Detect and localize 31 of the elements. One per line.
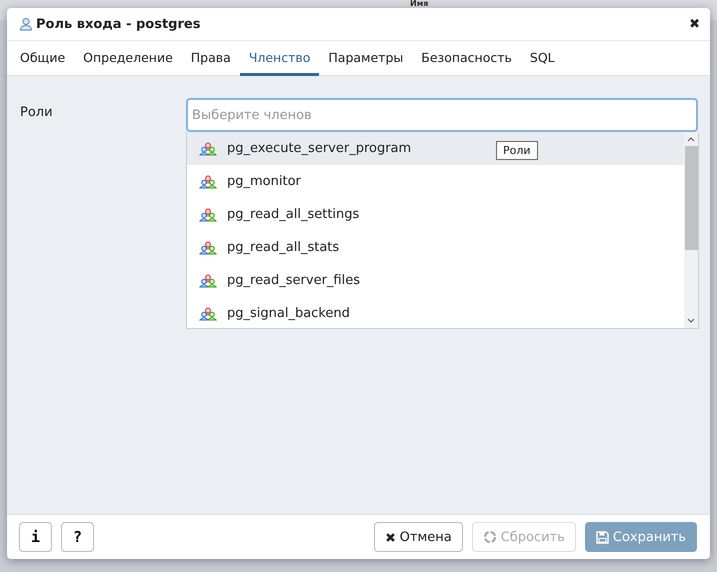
- role-option[interactable]: pg_signal_backend: [187, 297, 684, 330]
- tab[interactable]: Общие: [11, 41, 74, 76]
- tab[interactable]: Параметры: [319, 41, 412, 76]
- scroll-up-icon[interactable]: [687, 136, 695, 142]
- user-icon: [19, 17, 33, 31]
- group-icon: [199, 174, 217, 188]
- role-option[interactable]: pg_monitor: [187, 165, 684, 198]
- scrollbar[interactable]: [684, 132, 698, 328]
- scroll-down-icon[interactable]: [687, 318, 695, 324]
- tab[interactable]: Безопасность: [412, 41, 521, 76]
- tab[interactable]: Права: [182, 41, 240, 76]
- role-option[interactable]: pg_read_all_stats: [187, 231, 684, 264]
- tab[interactable]: SQL: [520, 41, 564, 76]
- field-label: Роли: [20, 104, 54, 122]
- close-button[interactable]: ✖: [689, 16, 700, 32]
- window-title: Роль входа - postgres: [36, 16, 202, 32]
- group-icon: [199, 240, 217, 254]
- tooltip: Роли: [496, 141, 538, 160]
- group-icon: [199, 274, 217, 288]
- cancel-button[interactable]: Отмена: [374, 522, 463, 552]
- group-icon: [199, 142, 217, 156]
- help-button[interactable]: ?: [61, 522, 94, 552]
- group-icon: [199, 208, 217, 222]
- group-icon: [199, 306, 217, 320]
- tab[interactable]: Определение: [74, 41, 182, 76]
- column-header: Имя: [410, 0, 428, 8]
- close-icon: [384, 532, 396, 542]
- help-button[interactable]: i: [19, 522, 52, 552]
- members-field[interactable]: Выберите членов: [186, 98, 698, 132]
- role-option[interactable]: pg_read_all_settings: [187, 198, 684, 231]
- role-option[interactable]: pg_read_server_files: [187, 264, 684, 297]
